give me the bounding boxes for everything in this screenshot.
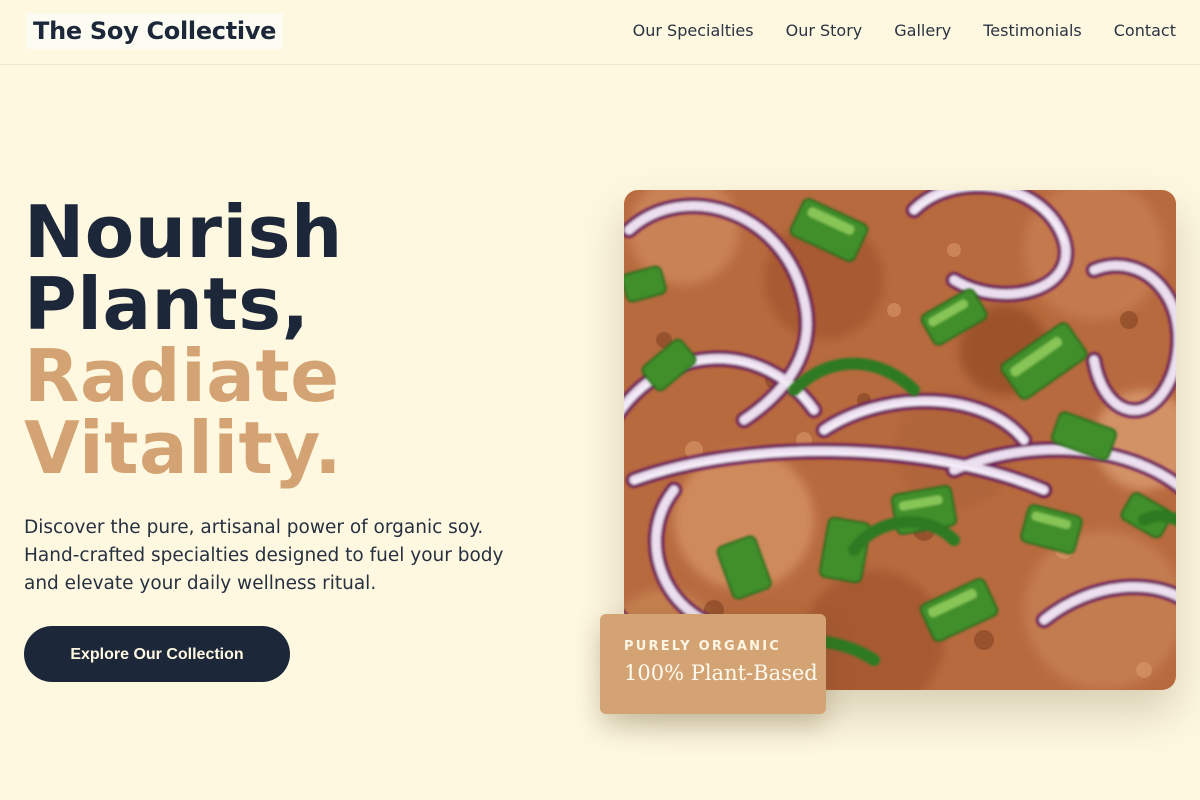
badge-eyebrow: PURELY ORGANIC [624,639,782,654]
nav-link-contact[interactable]: Contact [1114,20,1176,42]
headline-line-vitality: Vitality. [24,406,343,490]
main-nav: Our Specialties Our Story Gallery Testim… [633,20,1176,42]
hero-tagline: Discover the pure, artisanal power of or… [24,517,504,594]
headline-line-plants: Plants, [24,262,310,346]
hero-headline: Nourish Plants, Radiate Vitality. [24,196,564,484]
hero-text: Nourish Plants, Radiate Vitality. Discov… [24,196,564,598]
brand-logo[interactable]: The Soy Collective [26,13,284,49]
plant-based-badge: PURELY ORGANIC 100% Plant-Based [600,614,826,714]
headline-line-radiate: Radiate [24,334,340,418]
nav-link-gallery[interactable]: Gallery [894,20,951,42]
headline-line-nourish: Nourish [24,190,343,274]
site-header: The Soy Collective Our Specialties Our S… [0,0,1200,65]
nav-link-testimonials[interactable]: Testimonials [983,20,1082,42]
badge-title: 100% Plant-Based [624,661,818,685]
nav-link-our-story[interactable]: Our Story [786,20,863,42]
explore-collection-button[interactable]: Explore Our Collection [24,626,290,682]
nav-link-specialties[interactable]: Our Specialties [633,20,754,42]
